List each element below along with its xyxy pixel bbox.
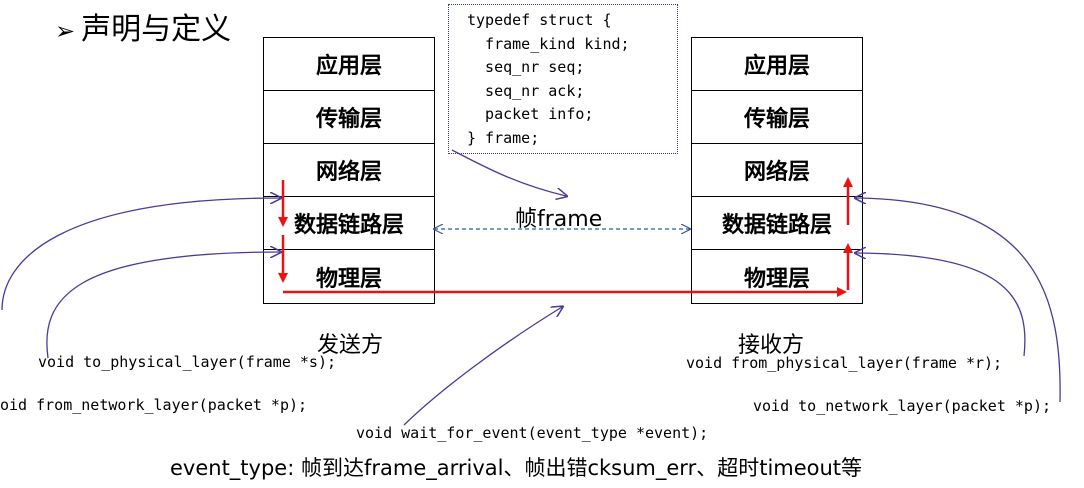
wait-event-connector (403, 307, 562, 426)
from-physical-function: void from_physical_layer(frame *r); (686, 354, 1003, 372)
struct-connector (451, 149, 566, 196)
to-network-function: void to_network_layer(packet *p); (753, 397, 1052, 415)
to-physical-connector (46, 252, 280, 359)
frame-label: 帧frame (515, 207, 603, 232)
event-type-note: event_type: 帧到达frame_arrival、帧出错cksum_er… (170, 456, 863, 480)
wait-for-event-function: void wait_for_event(event_type *event); (356, 424, 709, 442)
from-network-function: oid from_network_layer(packet *p); (0, 396, 308, 414)
from-network-connector (1, 198, 280, 311)
from-physical-connector (856, 253, 1026, 357)
to-physical-function: void to_physical_layer(frame *s); (38, 353, 337, 371)
